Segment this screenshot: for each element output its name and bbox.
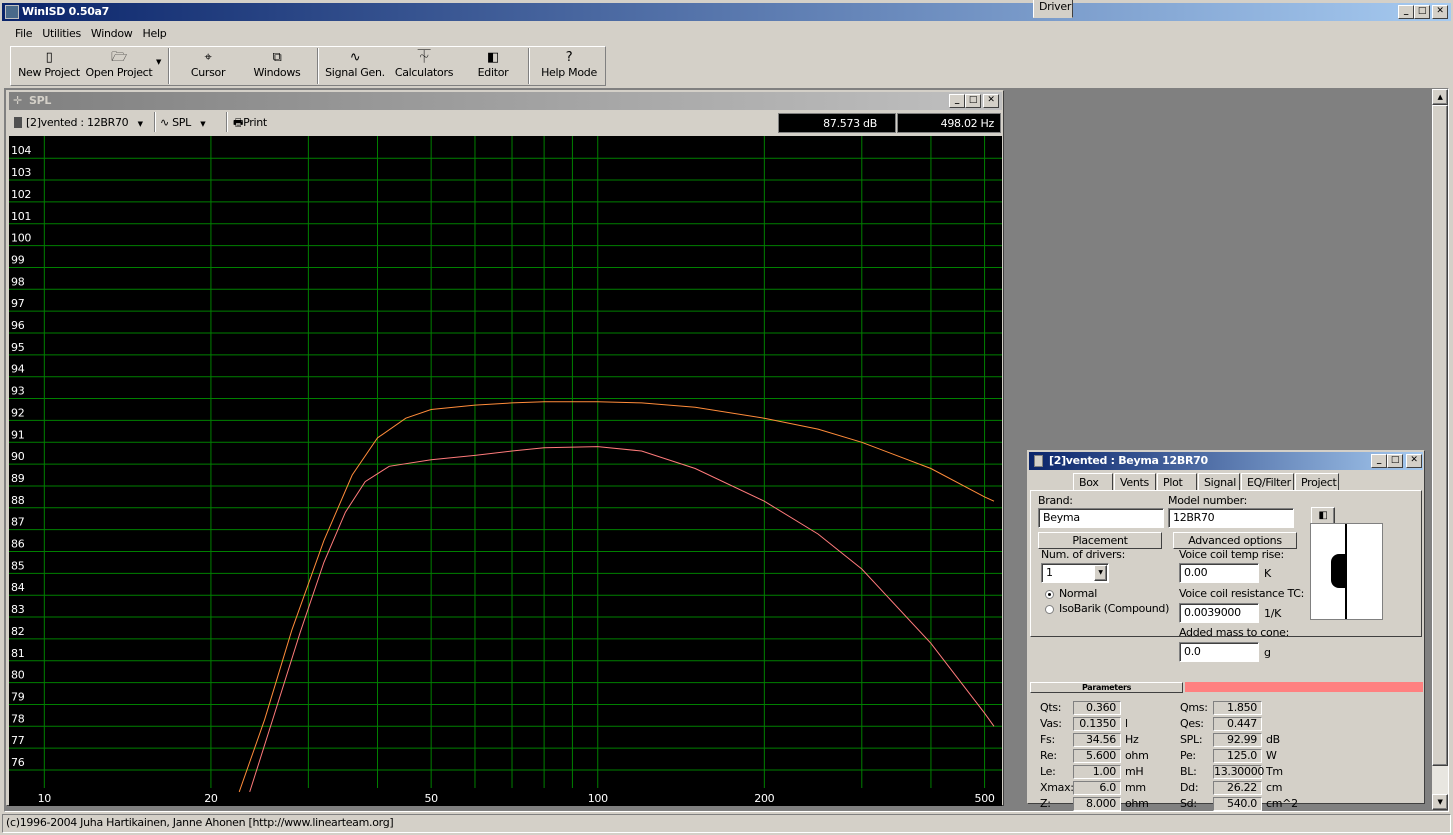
param-name: SPL: <box>1180 733 1203 746</box>
param-name: Fs: <box>1040 733 1055 746</box>
param-value: 0.360 <box>1073 701 1121 715</box>
param-value: 26.22 <box>1213 781 1262 795</box>
param-name: Re: <box>1040 749 1057 762</box>
added-mass-label: Added mass to cone: <box>1179 626 1290 639</box>
param-value: 0.447 <box>1213 717 1262 731</box>
driver-color-swatch <box>1185 682 1423 692</box>
chevron-down-icon: ▼ <box>1094 565 1107 581</box>
param-unit: Hz <box>1125 733 1139 746</box>
radio-normal[interactable] <box>1045 590 1054 599</box>
tab-box[interactable]: Box <box>1073 473 1113 491</box>
param-value: 13.30000 <box>1213 765 1265 779</box>
placement-button[interactable]: Placement <box>1038 532 1162 549</box>
param-value: 34.56 <box>1073 733 1121 747</box>
driver-close-button[interactable]: ✕ <box>1406 454 1422 468</box>
param-unit: l <box>1125 717 1128 730</box>
speaker-icon: ◧ <box>1318 510 1328 521</box>
status-bar: (c)1996-2004 Juha Hartikainen, Janne Aho… <box>2 814 1451 833</box>
param-unit: cm <box>1266 781 1283 794</box>
param-value: 125.0 <box>1213 749 1262 763</box>
param-name: Vas: <box>1040 717 1062 730</box>
param-unit: W <box>1266 749 1277 762</box>
param-unit: mm <box>1125 781 1146 794</box>
param-value: 92.99 <box>1213 733 1262 747</box>
param-name: Le: <box>1040 765 1056 778</box>
param-unit: mH <box>1125 765 1144 778</box>
radio-isobarik[interactable] <box>1045 605 1054 614</box>
param-unit: cm^2 <box>1266 797 1298 810</box>
vc-temp-label: Voice coil temp rise: <box>1179 548 1284 561</box>
brand-label: Brand: <box>1038 494 1073 507</box>
radio-normal-label: Normal <box>1059 587 1097 600</box>
driver-window-titlebar: [2]vented : Beyma 12BR70 _ □ ✕ <box>1029 452 1423 470</box>
tab-vents[interactable]: Vents <box>1114 473 1156 491</box>
param-name: Pe: <box>1180 749 1196 762</box>
tab-project[interactable]: Project <box>1295 473 1339 491</box>
param-value: 1.850 <box>1213 701 1262 715</box>
status-text: (c)1996-2004 Juha Hartikainen, Janne Aho… <box>6 816 394 829</box>
tab-driver[interactable]: Driver <box>1033 0 1073 18</box>
model-label: Model number: <box>1168 494 1248 507</box>
baffle-line <box>1345 524 1347 619</box>
param-value: 1.00 <box>1073 765 1121 779</box>
param-name: Dd: <box>1180 781 1199 794</box>
param-value: 8.000 <box>1073 797 1121 811</box>
tab-eq-filter[interactable]: EQ/Filter <box>1241 473 1294 491</box>
param-unit: ohm <box>1125 749 1149 762</box>
speaker-icon <box>1034 455 1043 467</box>
param-unit: dB <box>1266 733 1280 746</box>
vc-temp-input[interactable]: 0.00 <box>1179 563 1259 583</box>
param-name: Qes: <box>1180 717 1204 730</box>
radio-isobarik-label: IsoBarik (Compound) <box>1059 602 1170 615</box>
param-name: Qts: <box>1040 701 1062 714</box>
num-drivers-select[interactable]: 1▼ <box>1041 563 1109 583</box>
param-name: Xmax: <box>1040 781 1074 794</box>
param-value: 0.1350 <box>1073 717 1121 731</box>
model-input[interactable]: 12BR70 <box>1168 508 1294 528</box>
param-name: Sd: <box>1180 797 1197 810</box>
param-value: 540.0 <box>1213 797 1262 811</box>
driver-placement-diagram <box>1310 523 1383 620</box>
advanced-options-button[interactable]: Advanced options <box>1173 532 1297 549</box>
vc-tc-label: Voice coil resistance TC: <box>1179 587 1305 600</box>
param-name: BL: <box>1180 765 1197 778</box>
param-name: Qms: <box>1180 701 1208 714</box>
param-unit: Tm <box>1266 765 1283 778</box>
added-mass-unit: g <box>1264 646 1271 659</box>
tab-plot[interactable]: Plot <box>1157 473 1197 491</box>
driver-window-2: [2]vented : Beyma 12BR70 _ □ ✕ Driver Box… <box>0 0 1453 812</box>
driver-window-title: [2]vented : Beyma 12BR70 <box>1049 454 1208 467</box>
vc-tc-unit: 1/K <box>1264 607 1282 620</box>
params-header[interactable]: Parameters <box>1030 682 1183 693</box>
param-value: 6.0 <box>1073 781 1121 795</box>
param-name: Z: <box>1040 797 1051 810</box>
num-drivers-label: Num. of drivers: <box>1041 548 1126 561</box>
param-value: 5.600 <box>1073 749 1121 763</box>
vc-temp-unit: K <box>1264 567 1271 580</box>
driver-minimize-button[interactable]: _ <box>1371 454 1387 468</box>
driver-maximize-button[interactable]: □ <box>1387 454 1403 468</box>
added-mass-input[interactable]: 0.0 <box>1179 642 1259 662</box>
param-unit: ohm <box>1125 797 1149 810</box>
brand-input[interactable]: Beyma <box>1038 508 1164 528</box>
vc-tc-input[interactable]: 0.0039000 <box>1179 603 1259 623</box>
driver-silhouette-icon <box>1331 554 1345 588</box>
tab-signal[interactable]: Signal <box>1198 473 1240 491</box>
